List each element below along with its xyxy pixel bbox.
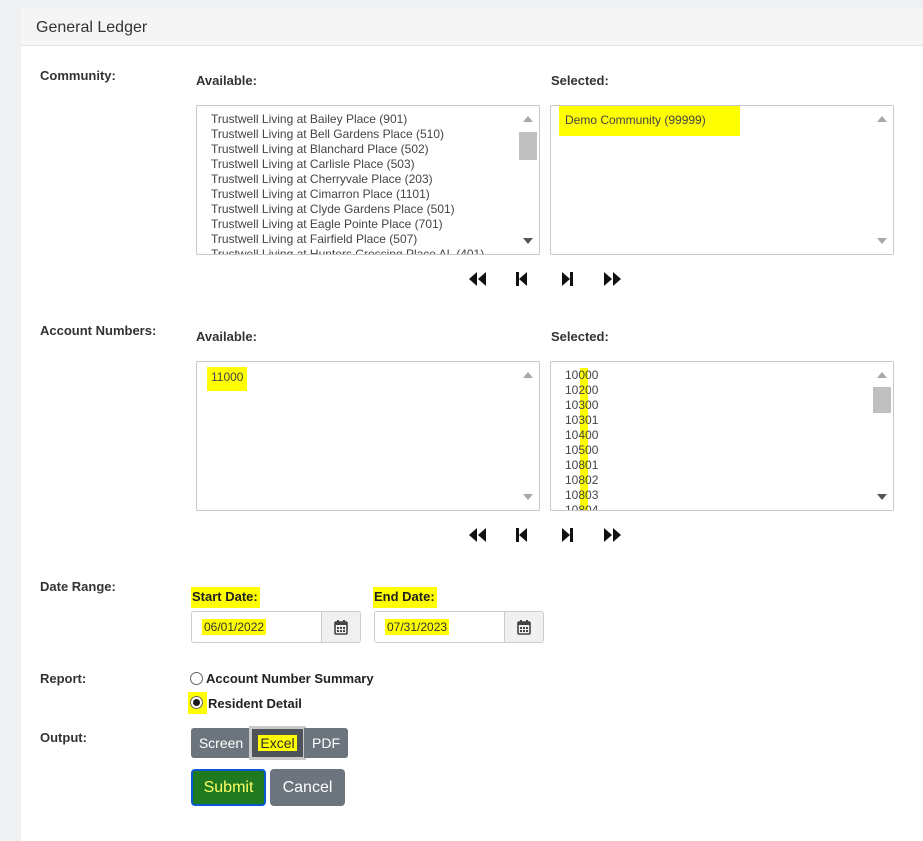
panel-title: General Ledger xyxy=(21,8,923,46)
output-format-group: Screen Excel PDF xyxy=(191,726,348,760)
accounts-transfer-controls xyxy=(455,526,635,544)
end-date-label: End Date: xyxy=(373,587,437,608)
list-item[interactable]: 10000 xyxy=(565,368,867,383)
output-excel-button[interactable]: Excel xyxy=(249,726,306,760)
list-item[interactable]: Trustwell Living at Bailey Place (901) xyxy=(211,112,513,127)
community-available-items: Trustwell Living at Bailey Place (901) T… xyxy=(211,112,513,254)
start-date-label: Start Date: xyxy=(191,587,260,608)
list-item[interactable]: 10300 xyxy=(565,398,867,413)
account-numbers-label: Account Numbers: xyxy=(40,323,157,338)
scroll-thumb[interactable] xyxy=(873,387,891,413)
scroll-up-icon[interactable] xyxy=(877,372,887,378)
list-item[interactable]: 10200 xyxy=(565,383,867,398)
list-item[interactable]: 10301 xyxy=(565,413,867,428)
accounts-available-scrollbar[interactable] xyxy=(517,362,539,510)
start-date-value: 06/01/2022 xyxy=(202,619,267,635)
community-selected-items: Demo Community (99999) xyxy=(559,106,867,136)
community-available-scrollbar[interactable] xyxy=(517,106,539,254)
output-pdf-button[interactable]: PDF xyxy=(304,728,348,758)
resident-detail-radio[interactable] xyxy=(190,696,203,709)
step-forward-icon xyxy=(562,272,573,286)
report-option-summary[interactable]: Account Number Summary xyxy=(188,669,374,688)
start-date-group: 06/01/2022 xyxy=(191,611,361,643)
start-date-input[interactable]: 06/01/2022 xyxy=(191,611,321,643)
report-label: Report: xyxy=(40,671,87,686)
move-left-button[interactable] xyxy=(500,270,545,288)
step-backward-icon xyxy=(516,272,527,286)
report-option-resident-detail[interactable]: Resident Detail xyxy=(188,692,302,714)
list-item[interactable]: Demo Community (99999) xyxy=(559,106,740,136)
list-item[interactable]: 10801 xyxy=(565,458,867,473)
move-all-left-button[interactable] xyxy=(455,526,500,544)
scroll-down-icon[interactable] xyxy=(877,238,887,244)
scroll-up-icon[interactable] xyxy=(877,116,887,122)
move-all-left-button[interactable] xyxy=(455,270,500,288)
end-date-input[interactable]: 07/31/2023 xyxy=(374,611,504,643)
fast-forward-icon xyxy=(604,272,621,286)
list-item[interactable]: Trustwell Living at Cimarron Place (1101… xyxy=(211,187,513,202)
accounts-selected-label: Selected: xyxy=(551,329,609,344)
scroll-thumb[interactable] xyxy=(519,132,537,160)
list-item[interactable]: Trustwell Living at Fairfield Place (507… xyxy=(211,232,513,247)
fast-backward-icon xyxy=(469,272,486,286)
move-right-button[interactable] xyxy=(545,526,590,544)
fast-forward-icon xyxy=(604,528,621,542)
community-available-label: Available: xyxy=(196,73,257,88)
report-option-label: Resident Detail xyxy=(208,695,302,711)
move-left-button[interactable] xyxy=(500,526,545,544)
submit-button[interactable]: Submit xyxy=(191,769,266,806)
radio-wrap xyxy=(188,669,208,688)
date-range-label: Date Range: xyxy=(40,579,116,594)
start-date-calendar-button[interactable] xyxy=(321,611,361,643)
list-item[interactable]: 10803 xyxy=(565,488,867,503)
accounts-selected-list[interactable]: 10000 10200 10300 10301 10400 10500 1080… xyxy=(550,361,894,511)
move-right-button[interactable] xyxy=(545,270,590,288)
scroll-down-icon[interactable] xyxy=(877,494,887,500)
list-item[interactable]: Trustwell Living at Eagle Pointe Place (… xyxy=(211,217,513,232)
community-selected-label: Selected: xyxy=(551,73,609,88)
end-date-value: 07/31/2023 xyxy=(385,619,450,635)
calendar-icon xyxy=(517,619,531,635)
list-item[interactable]: 10804 xyxy=(565,503,867,510)
scroll-down-icon[interactable] xyxy=(523,494,533,500)
list-item[interactable]: Trustwell Living at Clyde Gardens Place … xyxy=(211,202,513,217)
list-item[interactable]: Trustwell Living at Cherryvale Place (20… xyxy=(211,172,513,187)
output-label: Output: xyxy=(40,730,87,745)
summary-radio[interactable] xyxy=(190,672,203,685)
list-item[interactable]: Trustwell Living at Blanchard Place (502… xyxy=(211,142,513,157)
community-available-list[interactable]: Trustwell Living at Bailey Place (901) T… xyxy=(196,105,540,255)
scroll-up-icon[interactable] xyxy=(523,116,533,122)
report-option-label: Account Number Summary xyxy=(206,671,374,686)
cancel-button[interactable]: Cancel xyxy=(270,769,345,806)
list-item[interactable]: 10802 xyxy=(565,473,867,488)
step-forward-icon xyxy=(562,528,573,542)
list-item[interactable]: Trustwell Living at Bell Gardens Place (… xyxy=(211,127,513,142)
accounts-selected-scrollbar[interactable] xyxy=(871,362,893,510)
move-all-right-button[interactable] xyxy=(590,526,635,544)
community-selected-list[interactable]: Demo Community (99999) xyxy=(550,105,894,255)
list-item[interactable]: 10500 xyxy=(565,443,867,458)
accounts-selected-items: 10000 10200 10300 10301 10400 10500 1080… xyxy=(565,368,867,510)
output-excel-label: Excel xyxy=(258,735,297,751)
community-selected-scrollbar[interactable] xyxy=(871,106,893,254)
scroll-up-icon[interactable] xyxy=(523,372,533,378)
community-transfer-controls xyxy=(455,270,635,288)
move-all-right-button[interactable] xyxy=(590,270,635,288)
accounts-available-items: 11000 xyxy=(207,367,513,391)
step-backward-icon xyxy=(516,528,527,542)
calendar-icon xyxy=(334,619,348,635)
accounts-available-list[interactable]: 11000 xyxy=(196,361,540,511)
list-item[interactable]: Trustwell Living at Carlisle Place (503) xyxy=(211,157,513,172)
end-date-calendar-button[interactable] xyxy=(504,611,544,643)
community-label: Community: xyxy=(40,68,116,83)
fast-backward-icon xyxy=(469,528,486,542)
scroll-down-icon[interactable] xyxy=(523,238,533,244)
end-date-group: 07/31/2023 xyxy=(374,611,544,643)
list-item[interactable]: 10400 xyxy=(565,428,867,443)
accounts-available-label: Available: xyxy=(196,329,257,344)
output-screen-button[interactable]: Screen xyxy=(191,728,251,758)
list-item[interactable]: Trustwell Living at Hunters Crossing Pla… xyxy=(211,247,513,254)
list-item[interactable]: 11000 xyxy=(207,367,248,391)
radio-wrap-highlighted xyxy=(188,692,207,714)
